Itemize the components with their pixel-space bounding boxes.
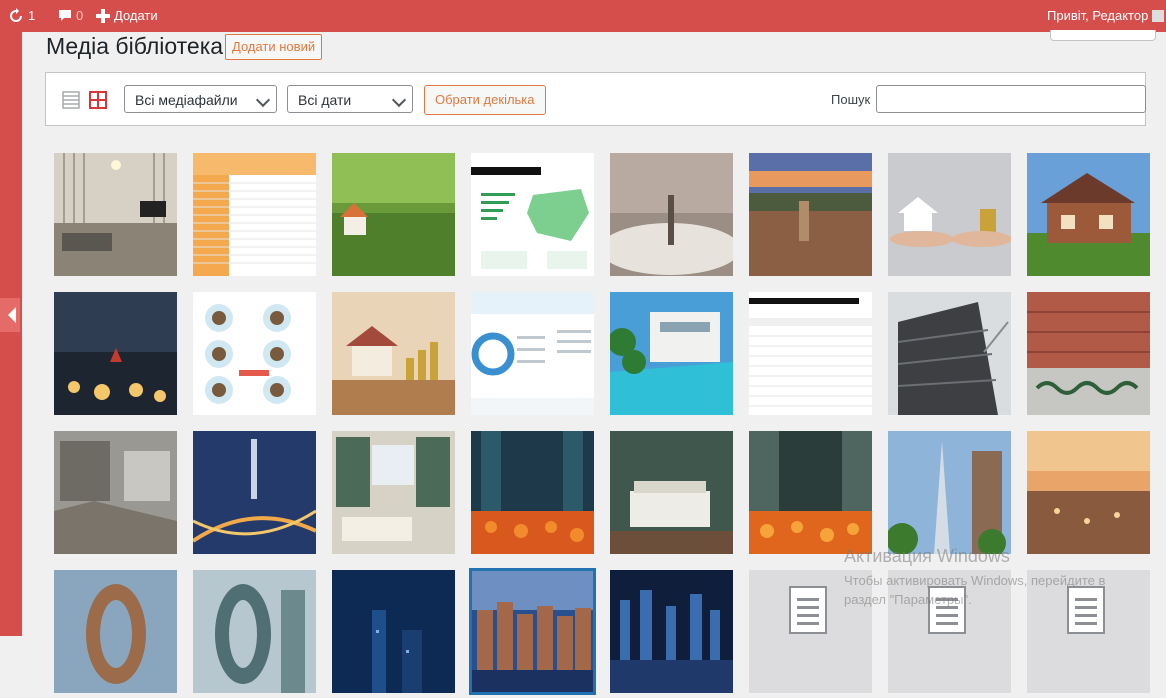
attachment-thumbnail [54, 570, 177, 693]
attachment-thumbnail [193, 292, 316, 415]
updates-count: 1 [28, 8, 36, 23]
attachment-tile[interactable] [749, 431, 872, 554]
attachment-tile[interactable] [54, 431, 177, 554]
admin-sidebar [0, 32, 22, 636]
attachment-thumbnail [191, 431, 317, 554]
screen-options-tab[interactable] [1050, 30, 1156, 41]
attachment-thumbnail [332, 431, 455, 554]
search-label: Пошук [831, 92, 871, 107]
attachment-thumbnail [610, 570, 733, 693]
attachment-thumbnail [1027, 153, 1150, 276]
attachment-thumbnail [608, 292, 733, 415]
media-type-filter[interactable]: Всі медіафайли [124, 85, 277, 113]
add-new-menu[interactable]: Додати [96, 0, 158, 32]
attachment-tile[interactable] [332, 153, 455, 276]
bulk-select-button[interactable]: Обрати декілька [424, 85, 546, 115]
attachment-tile[interactable] [888, 292, 1011, 415]
attachment-tile[interactable] [332, 431, 455, 554]
attachment-thumbnail [332, 570, 455, 693]
plus-icon [96, 9, 110, 23]
avatar [1152, 10, 1165, 22]
attachment-tile[interactable] [1027, 292, 1150, 415]
account-menu[interactable]: Привіт, Редактор [1047, 0, 1165, 32]
attachment-tile[interactable] [749, 153, 872, 276]
attachment-thumbnail [54, 431, 177, 554]
attachment-thumbnail [471, 292, 594, 415]
attachment-tile[interactable] [471, 292, 594, 415]
attachment-thumbnail [1027, 292, 1150, 415]
list-view-icon[interactable] [62, 91, 80, 109]
attachment-tile[interactable] [191, 431, 317, 554]
windows-activation-title: Активация Windows [844, 546, 1010, 566]
attachment-thumbnail [471, 570, 594, 693]
attachment-thumbnail [332, 292, 455, 415]
attachment-tile[interactable] [193, 153, 316, 276]
attachment-tile[interactable] [54, 153, 177, 276]
attachment-tile[interactable] [888, 153, 1012, 276]
comments-item[interactable]: 0 [58, 0, 83, 32]
attachment-tile[interactable] [332, 570, 455, 693]
comments-count: 0 [76, 8, 84, 23]
windows-activation-text: Чтобы активировать Windows, перейдите в … [844, 573, 1106, 607]
collapse-menu-arrow-icon[interactable] [0, 298, 20, 332]
greeting: Привіт, Редактор [1047, 8, 1149, 23]
date-filter-value: Всі дати [298, 92, 352, 108]
attachment-thumbnail [1027, 431, 1150, 554]
attachment-tile[interactable] [193, 292, 316, 415]
attachment-thumbnail [749, 292, 872, 415]
grid-view-icon[interactable] [89, 91, 107, 109]
search-input[interactable] [876, 85, 1146, 113]
attachment-tile[interactable] [608, 292, 733, 415]
media-type-filter-value: Всі медіафайли [135, 92, 238, 108]
attachment-tile[interactable] [54, 292, 177, 415]
updates-icon [10, 8, 22, 22]
attachment-thumbnail [600, 153, 740, 276]
attachment-tile[interactable] [471, 431, 594, 554]
document-icon [789, 586, 827, 634]
add-new-menu-label: Додати [114, 8, 158, 23]
attachment-tile[interactable] [610, 570, 733, 693]
attachment-tile[interactable] [193, 570, 316, 693]
chevron-down-icon [391, 92, 407, 108]
attachment-thumbnail [888, 153, 1012, 276]
date-filter[interactable]: Всі дати [287, 85, 413, 113]
attachment-thumbnail [610, 431, 733, 554]
attachment-thumbnail [471, 431, 594, 554]
attachment-tile[interactable] [886, 431, 1011, 557]
attachment-thumbnail [54, 153, 177, 276]
attachment-thumbnail [193, 570, 316, 693]
add-new-button[interactable]: Додати новий [225, 34, 323, 60]
attachment-tile[interactable] [1027, 153, 1150, 276]
attachment-thumbnail [54, 292, 177, 415]
attachment-tile[interactable] [1027, 431, 1150, 554]
attachment-tile-selected[interactable] [469, 568, 596, 695]
attachment-thumbnail [886, 431, 1011, 557]
attachment-tile[interactable] [332, 292, 455, 415]
attachment-thumbnail [471, 153, 594, 276]
admin-bar: 1 0 Додати Привіт, Редактор [0, 0, 1166, 32]
comment-icon [59, 10, 71, 21]
attachment-thumbnail [888, 292, 1011, 415]
attachment-tile[interactable] [749, 292, 872, 415]
attachment-thumbnail [332, 153, 455, 276]
attachment-thumbnail [749, 153, 872, 276]
attachment-tile[interactable] [54, 570, 177, 693]
attachment-tile[interactable] [600, 153, 740, 276]
media-toolbar: Всі медіафайли Всі дати Обрати декілька … [45, 72, 1146, 126]
attachment-thumbnail [749, 431, 872, 554]
chevron-down-icon [255, 92, 271, 108]
attachment-tile[interactable] [471, 153, 594, 276]
attachment-tile[interactable] [610, 431, 733, 554]
updates-item[interactable]: 1 [8, 0, 35, 32]
attachment-thumbnail [193, 153, 316, 276]
page-title: Медіа бібліотека [46, 33, 224, 59]
